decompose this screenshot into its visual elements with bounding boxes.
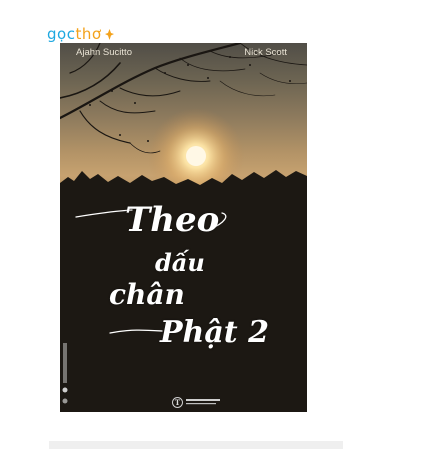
logo-text-part2: thơ <box>75 25 102 43</box>
logo-text-part1: gọc <box>47 25 76 43</box>
book-cover-image[interactable]: Ajahn Sucitto Nick Scott Theo dấu chân P… <box>60 43 307 412</box>
book-title-line-1: Theo <box>125 200 220 240</box>
side-logo-icon <box>62 343 68 404</box>
book-title-line-4: Phật 2 <box>160 315 269 350</box>
book-title-line-3: chân <box>109 278 185 311</box>
spark-icon <box>104 28 114 40</box>
book-title-line-2: dấu <box>155 248 205 277</box>
publisher-wordmark-icon <box>186 399 220 405</box>
publisher-logo: T <box>172 397 220 408</box>
site-logo[interactable]: gọc thơ <box>47 25 114 43</box>
bottom-divider-bar <box>49 441 343 449</box>
publisher-icon: T <box>172 397 183 408</box>
